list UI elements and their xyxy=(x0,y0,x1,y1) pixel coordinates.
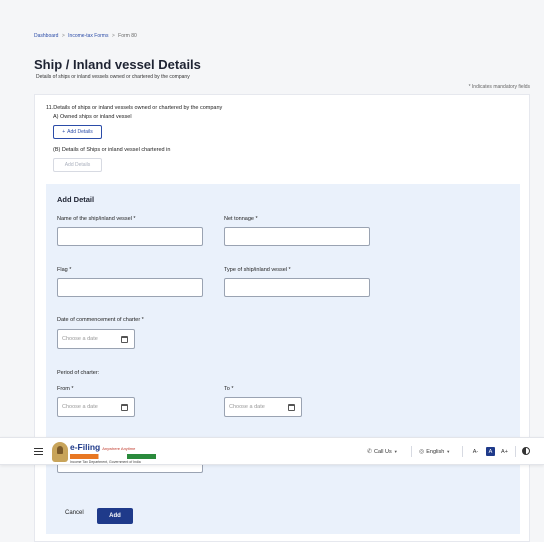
add-owned-details-label: Add Details xyxy=(67,129,93,135)
owned-vessels-label: A) Owned ships or inland vessel xyxy=(53,114,132,120)
header-divider xyxy=(411,446,412,457)
breadcrumb-separator: > xyxy=(61,33,65,39)
period-of-charter-label: Period of charter: xyxy=(57,370,100,376)
menu-icon[interactable] xyxy=(34,448,43,455)
header-divider xyxy=(462,446,463,457)
call-us-menu[interactable]: ✆ Call Us ▼ xyxy=(367,448,398,456)
chevron-down-icon: ▼ xyxy=(393,449,398,454)
decrease-font-button[interactable]: A- xyxy=(471,447,480,456)
breadcrumb: Dashboard > Income-tax Forms > Form 80 xyxy=(34,33,137,39)
globe-icon: ◎ xyxy=(419,449,425,455)
efiling-logo[interactable]: e-Filing Anywhere Anytime Income Tax Depa… xyxy=(70,442,156,464)
phone-icon: ✆ xyxy=(367,449,373,455)
tricolor-strip xyxy=(70,454,156,459)
header-divider xyxy=(515,446,516,457)
call-us-label: Call Us xyxy=(374,448,392,455)
national-emblem-icon xyxy=(52,442,68,462)
breadcrumb-separator: > xyxy=(111,33,115,39)
breadcrumb-current: Form 80 xyxy=(118,33,137,39)
logo-main-text: e-Filing xyxy=(70,442,101,452)
question-text: 11.Details of ships or inland vessels ow… xyxy=(46,105,223,111)
form-card: 11.Details of ships or inland vessels ow… xyxy=(34,94,530,542)
breadcrumb-income-tax-forms[interactable]: Income-tax Forms xyxy=(68,33,108,39)
to-date-picker[interactable]: Choose a date xyxy=(224,397,302,417)
calendar-icon[interactable] xyxy=(288,403,295,411)
charter-date-picker[interactable]: Choose a date xyxy=(57,329,135,349)
net-tonnage-input[interactable] xyxy=(224,227,370,246)
add-detail-panel: Add Detail Name of the ship/inland vesse… xyxy=(46,184,520,534)
vessel-type-label: Type of ship/inland vessel * xyxy=(224,267,291,273)
add-chartered-details-button[interactable]: Add Details xyxy=(53,158,102,172)
chevron-down-icon: ▼ xyxy=(446,449,451,454)
normal-font-button[interactable]: A xyxy=(486,447,495,456)
language-selector[interactable]: ◎ English ▼ xyxy=(419,448,451,456)
add-detail-title: Add Detail xyxy=(57,195,95,204)
breadcrumb-dashboard[interactable]: Dashboard xyxy=(34,33,58,39)
page-subtitle: Details of ships or inland vessels owned… xyxy=(36,74,190,80)
contrast-toggle-icon[interactable] xyxy=(522,447,530,455)
to-date-placeholder: Choose a date xyxy=(229,404,265,410)
plus-icon: + xyxy=(62,129,66,135)
charter-date-placeholder: Choose a date xyxy=(62,336,98,342)
mandatory-fields-note: * Indicates mandatory fields xyxy=(468,84,530,90)
flag-label: Flag * xyxy=(57,267,72,273)
increase-font-button[interactable]: A+ xyxy=(500,447,509,456)
chartered-vessels-label: (B) Details of Ships or inland vessel ch… xyxy=(53,147,171,153)
charter-date-label: Date of commencement of charter * xyxy=(57,317,144,323)
add-button[interactable]: Add xyxy=(97,508,133,524)
logo-tagline: Anywhere Anytime xyxy=(102,446,136,451)
net-tonnage-label: Net tonnage * xyxy=(224,216,258,222)
flag-input[interactable] xyxy=(57,278,203,297)
top-header-bar: e-Filing Anywhere Anytime Income Tax Depa… xyxy=(0,437,544,465)
from-date-picker[interactable]: Choose a date xyxy=(57,397,135,417)
vessel-type-input[interactable] xyxy=(224,278,370,297)
logo-subtitle: Income Tax Department, Government of Ind… xyxy=(70,460,141,464)
to-date-label: To * xyxy=(224,386,234,392)
from-date-placeholder: Choose a date xyxy=(62,404,98,410)
page-title: Ship / Inland vessel Details xyxy=(34,57,201,72)
add-owned-details-button[interactable]: + Add Details xyxy=(53,125,102,139)
vessel-name-input[interactable] xyxy=(57,227,203,246)
calendar-icon[interactable] xyxy=(121,335,128,343)
language-label: English xyxy=(426,448,445,455)
cancel-button[interactable]: Cancel xyxy=(65,510,84,516)
from-date-label: From * xyxy=(57,386,74,392)
vessel-name-label: Name of the ship/inland vessel * xyxy=(57,216,136,222)
calendar-icon[interactable] xyxy=(121,403,128,411)
